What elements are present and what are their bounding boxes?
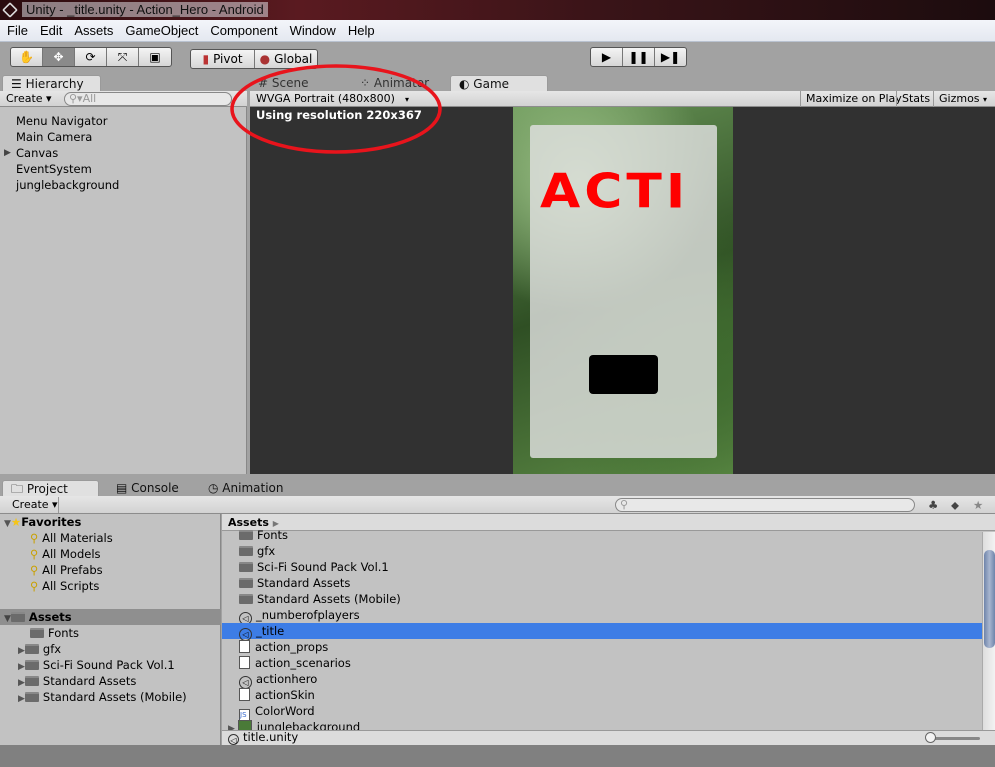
- filter-label-icon[interactable]: ⬥: [951, 497, 959, 513]
- hierarchy-create-button[interactable]: Create ▾: [6, 91, 52, 107]
- folder-icon: [239, 530, 253, 540]
- menu-edit[interactable]: Edit: [40, 23, 62, 38]
- folder-icon: [239, 546, 253, 556]
- asset-item[interactable]: Sci-Fi Sound Pack Vol.1: [222, 559, 982, 575]
- gizmos-button[interactable]: Gizmos ▾: [933, 91, 992, 107]
- game-start-button[interactable]: [589, 355, 658, 394]
- hierarchy-item[interactable]: Menu Navigator: [16, 113, 108, 129]
- step-icon[interactable]: ▶❚: [655, 48, 686, 66]
- tree-folder[interactable]: Fonts: [30, 625, 79, 641]
- search-icon: ⚲: [30, 531, 39, 545]
- clock-icon: ◷: [208, 481, 223, 495]
- menu-assets[interactable]: Assets: [74, 23, 113, 38]
- hierarchy-item[interactable]: EventSystem: [16, 161, 92, 177]
- tree-folder[interactable]: ▶ Standard Assets: [18, 673, 136, 689]
- text-file-icon: [239, 656, 250, 669]
- maximize-on-play-button[interactable]: Maximize on Play: [800, 91, 907, 107]
- folder-icon: 🗀: [11, 482, 27, 496]
- asset-item[interactable]: ▶ junglebackground: [222, 719, 982, 730]
- tab-animation[interactable]: ◷ Animation: [200, 480, 300, 497]
- folder-icon: [239, 562, 253, 572]
- hierarchy-search-input[interactable]: ⚲▾All: [64, 92, 232, 106]
- search-icon: ⚲: [30, 579, 39, 593]
- project-create-button[interactable]: Create ▾: [6, 497, 59, 513]
- hierarchy-item[interactable]: Canvas: [16, 145, 58, 161]
- title-bar: Unity - _title.unity - Action_Hero - And…: [0, 0, 995, 20]
- scale-icon[interactable]: ⤧: [107, 48, 139, 66]
- annotation-ellipse: [230, 64, 442, 154]
- game-render: ACTI: [513, 107, 733, 474]
- vertical-scrollbar[interactable]: [982, 532, 995, 730]
- asset-item[interactable]: ◁ _numberofplayers: [222, 607, 982, 625]
- pause-icon[interactable]: ❚❚: [623, 48, 655, 66]
- assets-tree-root[interactable]: ▼ Assets: [0, 609, 221, 625]
- favorite-item[interactable]: ⚲ All Models: [30, 546, 101, 562]
- asset-item[interactable]: ◁ actionhero: [222, 671, 982, 689]
- menu-gameobject[interactable]: GameObject: [125, 23, 198, 38]
- console-icon: ▤: [116, 481, 132, 495]
- asset-item[interactable]: action_scenarios: [222, 655, 982, 671]
- slider-handle[interactable]: [925, 732, 936, 743]
- hand-icon[interactable]: ✋: [11, 48, 43, 66]
- asset-item[interactable]: Standard Assets (Mobile): [222, 591, 982, 607]
- asset-list: Assets ▶ Fonts gfx Sci-Fi Sound Pack Vol.1…: [222, 514, 995, 730]
- favorites-header[interactable]: ▼★Favorites: [4, 514, 81, 530]
- asset-item[interactable]: action_props: [222, 639, 982, 655]
- asset-item[interactable]: Fonts: [222, 527, 982, 543]
- play-icon[interactable]: ▶: [591, 48, 623, 66]
- tab-console[interactable]: ▤ Console: [108, 480, 198, 497]
- transform-tools: ✋ ✥ ⟳ ⤧ ▣: [10, 47, 172, 67]
- text-file-icon: [239, 640, 250, 653]
- gui-skin-icon: [239, 688, 250, 701]
- tree-folder[interactable]: ▶ gfx: [18, 641, 61, 657]
- rect-icon[interactable]: ▣: [139, 48, 171, 66]
- stats-button[interactable]: Stats: [896, 91, 935, 107]
- move-icon[interactable]: ✥: [43, 48, 75, 66]
- menu-file[interactable]: File: [7, 23, 28, 38]
- asset-item[interactable]: gfx: [222, 543, 982, 559]
- favorite-item[interactable]: ⚲ All Scripts: [30, 578, 99, 594]
- asset-item[interactable]: JS ColorWord: [222, 703, 982, 722]
- favorite-item[interactable]: ⚲ All Materials: [30, 530, 113, 546]
- menu-component[interactable]: Component: [210, 23, 277, 38]
- hierarchy-item[interactable]: Main Camera: [16, 129, 92, 145]
- game-title-logo: ACTI: [540, 165, 690, 219]
- menu-help[interactable]: Help: [348, 23, 375, 38]
- tab-project[interactable]: 🗀 Project: [2, 480, 99, 497]
- tree-folder[interactable]: ▶ Standard Assets (Mobile): [18, 689, 187, 705]
- asset-item[interactable]: Standard Assets: [222, 575, 982, 591]
- search-icon: ⚲: [30, 563, 39, 577]
- expand-arrow-icon[interactable]: ▶: [4, 145, 11, 161]
- scrollbar-thumb[interactable]: [984, 550, 995, 648]
- favorite-star-icon[interactable]: ★: [973, 497, 983, 513]
- tab-game[interactable]: ◐ Game: [450, 75, 548, 92]
- asset-item[interactable]: ◁ _title: [222, 623, 982, 641]
- main-toolbar: ✋ ✥ ⟳ ⤧ ▣ ▮ Pivot ● Global ▶ ❚❚ ▶❚: [0, 43, 995, 74]
- window-title: Unity - _title.unity - Action_Hero - And…: [22, 2, 268, 17]
- tab-hierarchy[interactable]: ☰ Hierarchy: [2, 75, 101, 92]
- pivot-icon: ▮: [202, 52, 210, 66]
- asset-item[interactable]: actionSkin: [222, 687, 982, 703]
- tree-folder[interactable]: ▶ Sci-Fi Sound Pack Vol.1: [18, 657, 175, 673]
- menu-window[interactable]: Window: [290, 23, 336, 38]
- texture-icon: [237, 720, 252, 730]
- list-icon: ☰: [11, 77, 26, 91]
- project-search-input[interactable]: ⚲: [615, 498, 915, 512]
- folder-icon: [239, 594, 253, 604]
- status-bar: [0, 745, 995, 767]
- selected-asset-path: ◁ title.unity: [228, 730, 298, 745]
- play-controls: ▶ ❚❚ ▶❚: [590, 47, 687, 67]
- hierarchy-item[interactable]: junglebackground: [16, 177, 119, 193]
- rotate-icon[interactable]: ⟳: [75, 48, 107, 66]
- search-icon: ⚲: [30, 547, 39, 561]
- filter-type-icon[interactable]: ♣: [928, 497, 938, 513]
- icon-size-slider[interactable]: [930, 737, 980, 740]
- game-icon: ◐: [459, 77, 474, 91]
- favorite-item[interactable]: ⚲ All Prefabs: [30, 562, 103, 578]
- menu-bar: File Edit Assets GameObject Component Window H…: [0, 20, 995, 42]
- folder-icon: [239, 578, 253, 588]
- project-footer: [222, 730, 995, 745]
- star-icon: ★: [10, 515, 22, 529]
